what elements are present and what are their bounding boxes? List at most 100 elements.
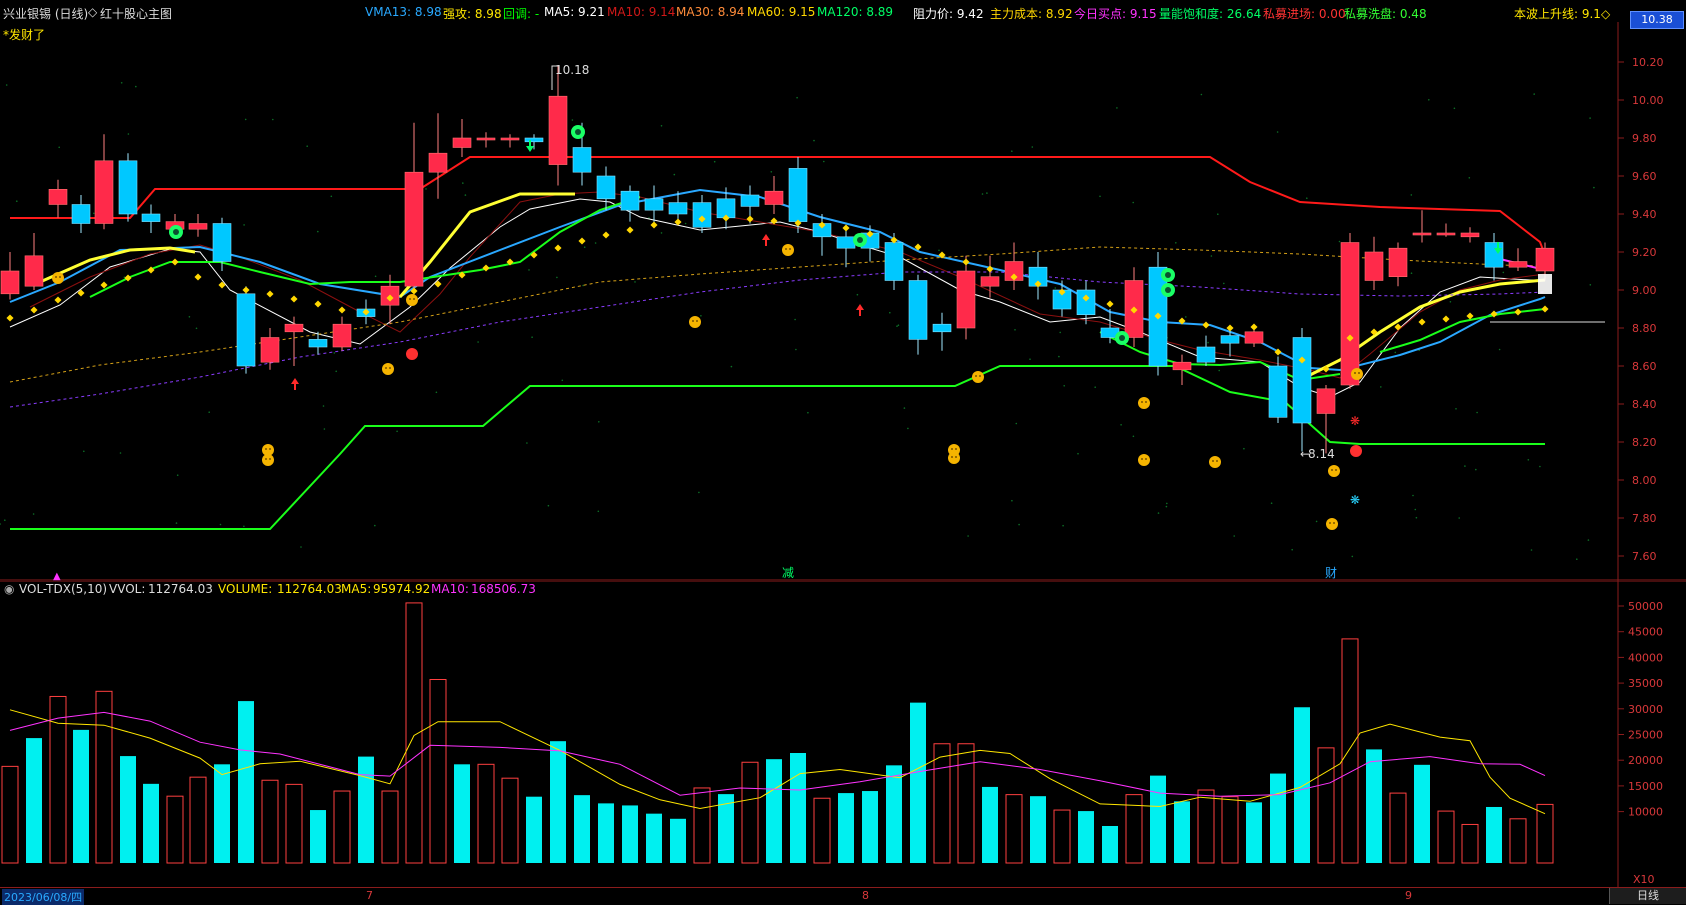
diamond-marker — [290, 295, 298, 303]
volume-bar-up — [957, 743, 975, 864]
volume-bar-down — [670, 818, 686, 863]
dot — [547, 504, 550, 507]
volume-bar-down — [526, 796, 542, 863]
dot — [1132, 201, 1134, 204]
volume-bar-up — [1509, 818, 1527, 864]
candle-down — [836, 236, 856, 249]
volume-bar-down — [238, 701, 254, 863]
price-chart[interactable]: 10.20 10.00 9.80 9.60 9.40 9.20 9.00 8.80 8.60 8.… — [0, 22, 1686, 581]
candle-down — [118, 160, 138, 215]
dot — [730, 365, 733, 368]
dot — [1029, 358, 1031, 361]
up-arrow-icon — [291, 378, 299, 390]
dot — [120, 82, 123, 84]
volume-bar-down — [1078, 811, 1094, 863]
red-badge-icon — [406, 348, 418, 360]
candle-up — [260, 337, 280, 363]
badge-inner — [173, 229, 179, 235]
header-item: MA120: 8.89 — [817, 5, 894, 19]
dot — [1014, 329, 1016, 331]
volume-bar-up — [741, 761, 759, 864]
dot — [1530, 549, 1533, 551]
dot — [986, 192, 988, 194]
candle-down — [1292, 337, 1312, 424]
axis-tick-label: 9.00 — [1632, 284, 1657, 297]
dot — [1077, 452, 1079, 455]
dot — [330, 195, 333, 198]
vol-axis-label: 25000 — [1628, 729, 1663, 742]
volume-bar-down — [73, 729, 89, 863]
vol-axis-label: 10000 — [1628, 806, 1663, 819]
diamond-marker — [962, 258, 970, 266]
eye — [385, 367, 387, 369]
vol-axis-label: 15000 — [1628, 780, 1663, 793]
candle-down — [71, 204, 91, 224]
dot — [1428, 99, 1430, 101]
sad-face-icon — [1209, 456, 1221, 468]
face-icon — [52, 272, 64, 284]
diamond-marker — [1202, 321, 1210, 329]
menu-icon[interactable]: ◇ — [88, 5, 97, 19]
dot — [1011, 150, 1013, 152]
eye — [979, 375, 981, 377]
diamond-marker — [554, 244, 562, 252]
candle-up — [1340, 242, 1360, 386]
dot — [1412, 494, 1414, 497]
dot — [713, 160, 716, 163]
volume-bar-up — [1317, 747, 1335, 864]
dot — [188, 316, 191, 318]
vol-axis-label: 35000 — [1628, 677, 1663, 690]
candle-down — [1220, 335, 1240, 344]
header-item: MA60: 9.15 — [747, 5, 816, 19]
dot — [1458, 517, 1460, 519]
volume-bar-down — [838, 793, 854, 863]
eye — [1145, 401, 1147, 403]
indicator-header: 兴业银锡 (日线) ◇ 红十股心主图 VMA13: 8.98 强攻: 8.98 回调… — [0, 0, 1630, 22]
eye — [692, 320, 694, 322]
volume-bar-up — [1053, 809, 1071, 864]
candle-up — [24, 255, 44, 287]
dot — [119, 452, 122, 454]
dot — [1165, 505, 1168, 508]
candle-up — [548, 95, 568, 165]
dot — [272, 118, 274, 121]
volume-chart[interactable]: 50000 45000 40000 35000 30000 25000 20000 15000… — [0, 581, 1686, 887]
time-axis: 2023/06/08/四 7 8 9 日线 — [0, 887, 1686, 905]
dot — [1063, 385, 1065, 387]
header-item: 本波上升线: 9.1◇ — [1514, 7, 1611, 21]
dot — [1315, 520, 1318, 523]
volume-bar-up — [1341, 638, 1359, 864]
dot — [594, 242, 597, 244]
dot — [1031, 146, 1034, 148]
dot — [477, 341, 479, 343]
dot — [795, 348, 797, 351]
mark-cai: 财 — [1325, 566, 1337, 580]
candle-up — [452, 137, 472, 148]
dot — [1207, 341, 1209, 344]
dot — [583, 246, 586, 248]
butterfly-icon: ❋ — [1350, 414, 1360, 428]
candle-up — [1460, 232, 1480, 238]
axis-tick-label: 9.20 — [1632, 246, 1657, 259]
volume-bar-down — [646, 813, 662, 863]
volume-bar-up — [501, 777, 519, 864]
volume-bar-down — [622, 805, 638, 863]
candle-down — [692, 202, 712, 228]
indicator-title[interactable]: 红十股心主图 — [100, 5, 172, 22]
dot — [208, 411, 210, 414]
diamond-marker — [242, 286, 250, 294]
candle-up — [1364, 251, 1384, 281]
volume-bar-down — [120, 756, 136, 863]
dot — [135, 85, 137, 88]
dot — [1200, 93, 1203, 96]
diamond-marker — [1514, 308, 1522, 316]
dot — [634, 281, 636, 283]
stock-title[interactable]: 兴业银锡 (日线) — [3, 5, 88, 22]
header-item: 私募进场: 0.00 — [1263, 7, 1346, 21]
header-item: 私募洗盘: 0.48 — [1344, 7, 1427, 21]
volume-bar-down — [550, 741, 566, 863]
volume-bar-up — [933, 743, 951, 864]
dot — [1175, 242, 1177, 244]
diamond-marker — [482, 264, 490, 272]
timeframe-button[interactable]: 日线 — [1609, 888, 1686, 904]
